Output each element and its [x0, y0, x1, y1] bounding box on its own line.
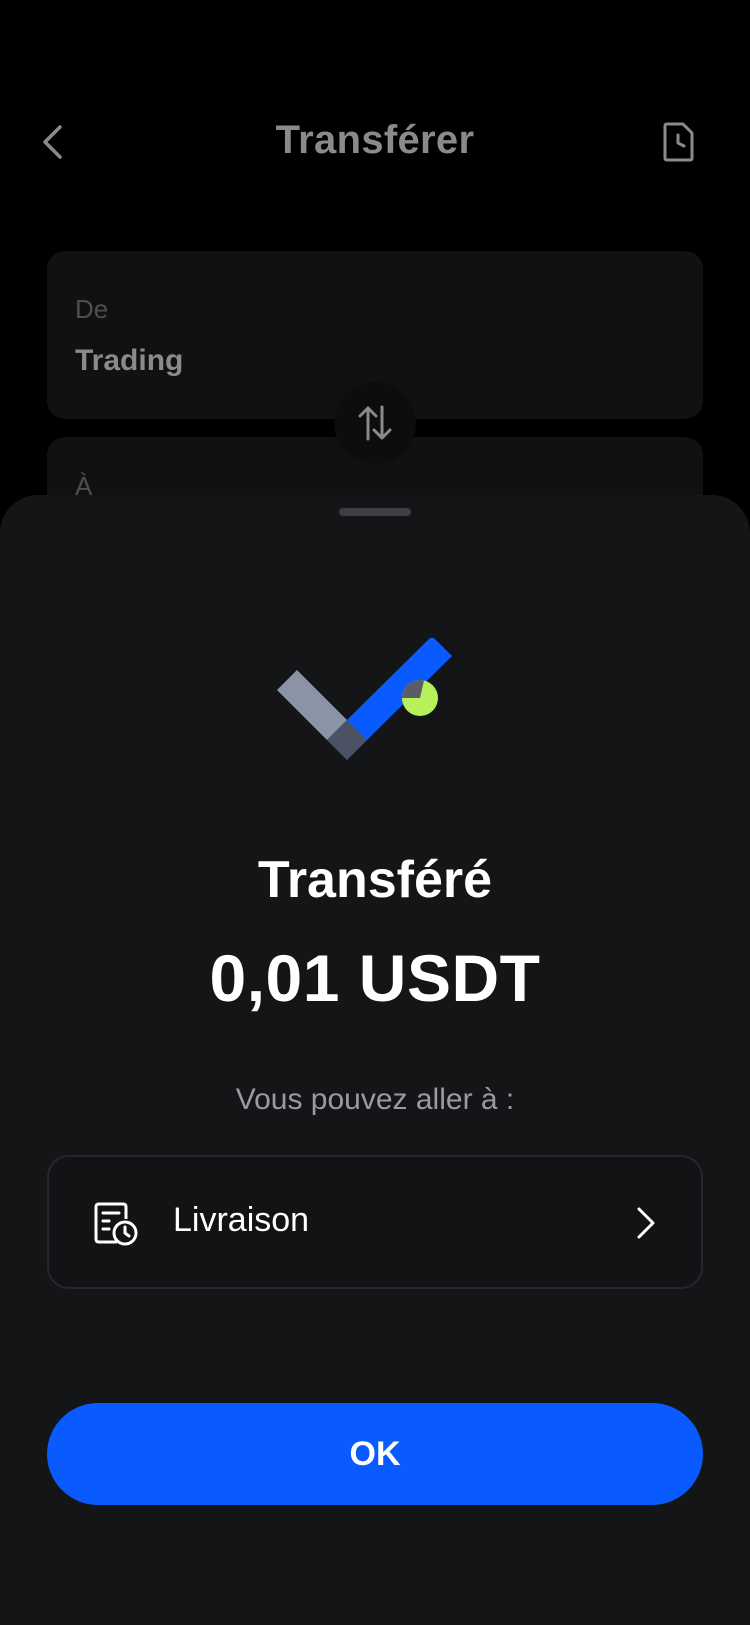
success-check-icon	[277, 638, 452, 760]
swap-button[interactable]	[334, 382, 416, 464]
delivery-link[interactable]: Livraison	[47, 1155, 703, 1289]
sheet-drag-handle[interactable]	[339, 508, 411, 516]
navigation-hint: Vous pouvez aller à :	[235, 1083, 515, 1116]
delivery-label: Livraison	[173, 1201, 310, 1239]
header: Transférer	[0, 100, 750, 184]
from-value: Trading	[75, 344, 184, 377]
chevron-right-icon	[637, 1207, 655, 1239]
swap-vertical-icon	[358, 405, 392, 441]
transfer-amount: 0,01 USDT	[209, 941, 541, 1015]
document-clock-icon	[663, 122, 694, 162]
from-label: De	[75, 294, 109, 324]
page-title: Transférer	[275, 118, 475, 162]
success-bottom-sheet: Transféré 0,01 USDT Vous pouvez aller à …	[0, 495, 750, 1625]
ok-button[interactable]: OK	[47, 1403, 703, 1505]
history-button[interactable]	[656, 120, 700, 164]
delivery-document-clock-icon	[94, 1202, 138, 1246]
status-title: Transféré	[257, 851, 493, 909]
